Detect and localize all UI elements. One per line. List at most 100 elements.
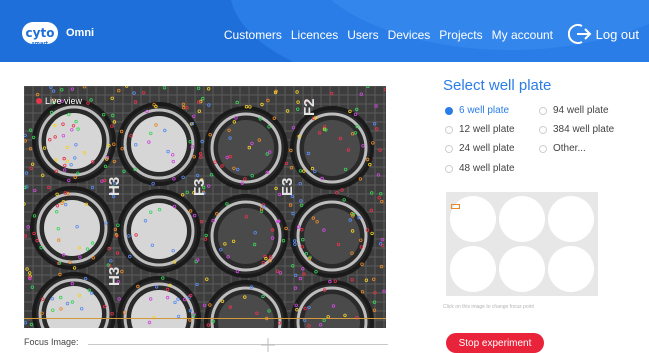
cell-marker	[117, 297, 121, 301]
cell-marker	[298, 276, 303, 281]
cell-marker	[24, 171, 29, 175]
radio-icon	[445, 106, 453, 115]
cell-marker	[378, 148, 382, 152]
cell-marker	[289, 165, 294, 170]
cell-marker	[30, 285, 35, 289]
cell-marker	[299, 199, 303, 203]
cell-marker	[196, 86, 201, 90]
well-plate-camera-feed: H3 F3 E3 H3 F2	[24, 86, 386, 328]
cell-marker	[117, 88, 121, 93]
logout-label: Log out	[595, 26, 639, 42]
well-plate-options: 6 well plate 94 well plate 12 well plate…	[443, 103, 643, 183]
cell-marker	[359, 92, 363, 96]
cell-marker	[295, 90, 299, 94]
radio-icon	[539, 106, 547, 115]
cell-marker	[29, 322, 34, 327]
brand-logo[interactable]: cyto smart Omni	[22, 22, 94, 47]
cell-marker	[298, 181, 302, 186]
cell-marker	[113, 227, 117, 232]
focus-guide-line	[24, 318, 386, 319]
option-12-well-plate[interactable]: 12 well plate	[445, 124, 515, 135]
well-b2[interactable]	[499, 246, 545, 292]
cell-marker	[278, 271, 283, 275]
option-6-well-plate[interactable]: 6 well plate	[445, 105, 509, 116]
well-b1[interactable]	[450, 246, 496, 292]
cell-marker	[180, 193, 185, 197]
well-label: H3	[106, 177, 123, 196]
cell-marker	[47, 185, 51, 190]
cell-marker	[299, 203, 304, 207]
cell-marker	[33, 188, 37, 193]
option-48-well-plate[interactable]: 48 well plate	[445, 163, 515, 174]
cell-marker	[206, 87, 211, 91]
cell-marker	[370, 191, 374, 195]
well-plate-map[interactable]	[446, 192, 598, 296]
well-b3[interactable]	[548, 246, 594, 292]
live-dot-icon	[36, 98, 42, 104]
cell-marker	[41, 173, 45, 177]
cell-marker	[369, 208, 373, 213]
option-24-well-plate[interactable]: 24 well plate	[445, 143, 515, 154]
cell-marker	[100, 179, 104, 183]
well-a1[interactable]	[450, 196, 496, 242]
cell-marker	[209, 173, 214, 177]
well-label: F2	[301, 98, 318, 116]
cell-marker	[375, 127, 379, 131]
cell-marker	[195, 173, 200, 178]
cell-marker	[110, 96, 114, 100]
cell-marker	[380, 199, 384, 204]
nav-item-projects[interactable]: Projects	[439, 28, 482, 42]
cell-marker	[380, 237, 385, 242]
cell-marker	[90, 185, 95, 190]
cell-marker	[360, 290, 365, 294]
cell-marker	[235, 100, 239, 105]
top-navigation-bar: cyto smart Omni Customers Licences Users…	[0, 0, 649, 62]
cell-marker	[89, 98, 93, 102]
live-view-image[interactable]: H3 F3 E3 H3 F2 Live view	[24, 86, 386, 328]
cell-marker	[115, 251, 120, 255]
nav-item-customers[interactable]: Customers	[224, 28, 282, 42]
cell-marker	[302, 272, 306, 276]
cell-marker	[350, 278, 354, 282]
well-interior	[218, 120, 274, 176]
cell-marker	[296, 107, 300, 111]
cell-marker	[197, 109, 201, 113]
cell-marker	[207, 103, 211, 107]
option-94-well-plate[interactable]: 94 well plate	[539, 105, 609, 116]
radio-icon	[445, 164, 453, 173]
radio-icon	[445, 125, 453, 134]
nav-item-devices[interactable]: Devices	[388, 28, 431, 42]
cell-marker	[202, 303, 207, 307]
cell-marker	[284, 161, 289, 166]
well-label: F3	[191, 178, 208, 196]
cell-marker	[383, 87, 386, 92]
cell-marker	[293, 286, 298, 290]
well-a3[interactable]	[548, 196, 594, 242]
cell-marker	[296, 100, 300, 104]
cell-marker	[109, 259, 113, 263]
cell-marker	[198, 151, 203, 156]
cell-marker	[285, 109, 290, 113]
nav-item-my-account[interactable]: My account	[492, 28, 553, 42]
cell-marker	[122, 169, 126, 173]
focus-slider-track[interactable]	[88, 344, 388, 345]
radio-icon	[539, 125, 547, 134]
cell-marker	[185, 190, 189, 194]
nav-item-users[interactable]: Users	[347, 28, 378, 42]
option-other[interactable]: Other...	[539, 143, 586, 154]
cell-marker	[335, 191, 339, 195]
well-a2[interactable]	[499, 196, 545, 242]
cell-marker	[185, 106, 189, 110]
option-384-well-plate[interactable]: 384 well plate	[539, 124, 614, 135]
logout-arrow-icon	[567, 24, 592, 44]
cell-marker	[266, 98, 270, 103]
focus-slider-handle[interactable]	[261, 338, 275, 352]
cell-marker	[199, 219, 204, 224]
cytosmart-logo: cyto smart	[22, 22, 58, 47]
logout-button[interactable]: Log out	[567, 23, 639, 45]
cell-marker	[29, 166, 33, 170]
stop-experiment-button[interactable]: Stop experiment	[446, 333, 544, 353]
focus-control: Focus Image:	[24, 335, 389, 352]
nav-item-licences[interactable]: Licences	[291, 28, 338, 42]
plate-hint-text: Click on this image to change focus poin…	[443, 304, 534, 310]
